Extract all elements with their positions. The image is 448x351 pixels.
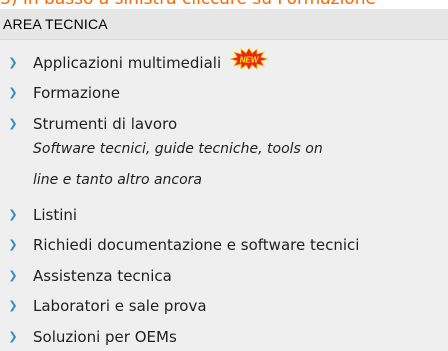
chevron-right-icon: ❯ [8,238,18,251]
menu-item-label[interactable]: Strumenti di lavoro [33,112,177,136]
menu-item-label[interactable]: Laboratori e sale prova [33,294,207,318]
menu-item-applicazioni-multimediali[interactable]: ❯ Applicazioni multimediali NEW [0,48,448,75]
menu-item-label[interactable]: Richiedi documentazione e software tecni… [33,233,359,257]
chevron-right-icon: ❯ [8,208,18,221]
chevron-right-icon: ❯ [8,56,18,69]
menu-item-soluzioni-per-oems[interactable]: ❯ Soluzioni per OEMs [0,325,448,349]
new-starburst-icon: NEW [230,48,268,70]
menu-item-richiedi-documentazione[interactable]: ❯ Richiedi documentazione e software tec… [0,233,448,257]
panel-title: AREA TECNICA [0,8,448,40]
chevron-right-icon: ❯ [8,86,18,99]
area-tecnica-panel: AREA TECNICA ❯ Applicazioni multimediali… [0,8,448,351]
strumenti-description-line-1: Software tecnici, guide tecniche, tools … [33,141,323,157]
chevron-right-icon: ❯ [8,299,18,312]
strumenti-description-line-2: line e tanto altro ancora [33,172,203,188]
menu-item-strumenti-di-lavoro[interactable]: ❯ Strumenti di lavoro [0,112,448,136]
menu-item-formazione[interactable]: ❯ Formazione [0,81,448,105]
menu-item-listini[interactable]: ❯ Listini [0,203,448,227]
menu-item-label[interactable]: Formazione [33,81,120,105]
menu-item-label[interactable]: Soluzioni per OEMs [33,325,177,349]
chevron-right-icon: ❯ [8,330,18,343]
menu-item-label[interactable]: Applicazioni multimediali [33,51,221,75]
menu-item-label[interactable]: Listini [33,203,77,227]
chevron-right-icon: ❯ [8,269,18,282]
menu-item-assistenza-tecnica[interactable]: ❯ Assistenza tecnica [0,264,448,288]
new-badge-label: NEW [240,56,260,65]
menu-item-label[interactable]: Assistenza tecnica [33,264,172,288]
chevron-right-icon: ❯ [8,117,18,130]
menu-item-laboratori-e-sale-prova[interactable]: ❯ Laboratori e sale prova [0,294,448,318]
